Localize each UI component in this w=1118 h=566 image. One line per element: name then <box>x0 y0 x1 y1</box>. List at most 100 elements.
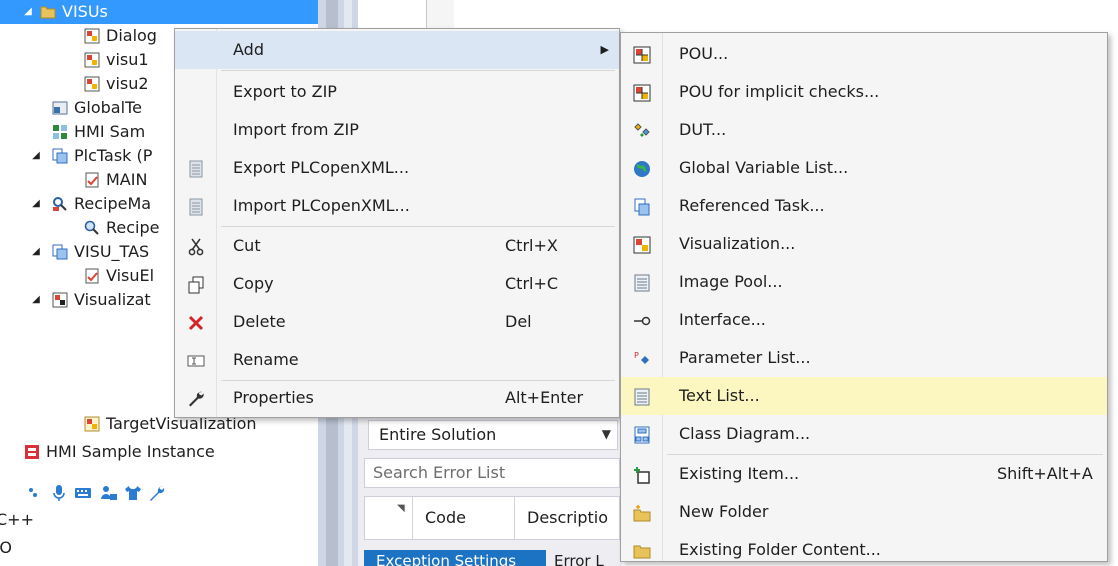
column-header-icon[interactable]: ◥ <box>365 497 413 539</box>
tree-item-label: /O <box>0 538 12 557</box>
import-xml-icon <box>189 198 203 216</box>
column-header-description[interactable]: Descriptio <box>527 497 608 539</box>
submenu-item-shortcut: Shift+Alt+A <box>997 464 1093 483</box>
tree-item-label: GlobalTe <box>74 98 142 117</box>
submenu-item-visualization[interactable]: Visualization... <box>621 225 1107 263</box>
submenu-item-label: Existing Item... <box>679 464 800 483</box>
tree-item-label: MAIN <box>106 170 148 189</box>
tab-error-list[interactable]: Error L <box>554 550 604 566</box>
submenu-item-dut[interactable]: DUT... <box>621 111 1107 149</box>
tree-item-label: HMI Sam <box>74 122 146 141</box>
menu-item-label: Export PLCopenXML... <box>233 158 410 177</box>
folder-icon <box>633 545 651 559</box>
task-icon <box>52 244 68 260</box>
scope-value: Entire Solution <box>379 425 497 444</box>
menu-item-export-plcopenxml[interactable]: Export PLCopenXML... <box>175 149 619 187</box>
submenu-item-label: Image Pool... <box>679 272 783 291</box>
visualization-icon <box>84 52 100 68</box>
submenu-item-referenced-task[interactable]: Referenced Task... <box>621 187 1107 225</box>
visualization-icon <box>84 76 100 92</box>
context-menu: Add ▶ Export to ZIP Import from ZIP Expo… <box>174 28 620 418</box>
menu-item-shortcut: Ctrl+C <box>505 274 559 293</box>
recipe-icon <box>84 220 99 235</box>
tree-item-label: VISU_TAS <box>74 242 150 261</box>
pou-icon <box>633 46 651 64</box>
tree-item-label: Dialog <box>106 26 157 45</box>
shirt-icon[interactable] <box>124 484 142 502</box>
expand-arrow-icon[interactable]: ◢ <box>22 0 34 24</box>
dot-icon[interactable] <box>24 484 42 502</box>
expand-arrow-icon[interactable]: ◢ <box>30 144 42 168</box>
submenu-item-existing-folder-content[interactable]: Existing Folder Content... <box>621 531 1107 566</box>
menu-item-label: Rename <box>233 350 299 369</box>
editor-tab[interactable] <box>426 0 454 28</box>
submenu-item-new-folder[interactable]: New Folder <box>621 493 1107 531</box>
new-folder-icon <box>633 505 651 522</box>
menu-item-label: Add <box>233 40 264 59</box>
global-text-list-icon <box>52 101 68 115</box>
tree-item-visus[interactable]: ◢ VISUs <box>0 0 318 24</box>
submenu-item-image-pool[interactable]: Image Pool... <box>621 263 1107 301</box>
menu-item-label: Import PLCopenXML... <box>233 196 410 215</box>
existing-item-icon <box>634 467 650 484</box>
submenu-item-label: New Folder <box>679 502 769 521</box>
submenu-item-label: Interface... <box>679 310 766 329</box>
bottom-tabs: Exception Settings Error L <box>358 550 622 566</box>
submenu-item-interface[interactable]: Interface... <box>621 301 1107 339</box>
user-settings-icon[interactable] <box>100 484 118 502</box>
menu-item-import-plcopenxml[interactable]: Import PLCopenXML... <box>175 187 619 225</box>
folder-icon <box>40 6 56 19</box>
submenu-item-label: Referenced Task... <box>679 196 825 215</box>
expand-arrow-icon[interactable]: ◢ <box>30 192 42 216</box>
image-pool-icon <box>634 274 650 292</box>
menu-item-properties[interactable]: Properties Alt+Enter <box>175 379 619 417</box>
referenced-task-icon <box>634 198 650 216</box>
error-list-panel: Entire Solution ▼ Search Error List ◥ Co… <box>358 408 622 566</box>
menu-item-add[interactable]: Add ▶ <box>175 31 619 69</box>
pou-checks-icon <box>633 84 651 102</box>
submenu-item-class-diagram[interactable]: Class Diagram... <box>621 415 1107 453</box>
menu-item-copy[interactable]: Copy Ctrl+C <box>175 265 619 303</box>
menu-item-cut[interactable]: Cut Ctrl+X <box>175 227 619 265</box>
menu-item-delete[interactable]: Delete Del <box>175 303 619 341</box>
delete-icon <box>188 315 204 331</box>
submenu-arrow-icon: ▶ <box>600 43 609 56</box>
class-diagram-icon <box>634 426 650 444</box>
error-search-input[interactable]: Search Error List <box>364 458 620 488</box>
recipe-manager-icon <box>53 197 67 211</box>
submenu-item-parameter-list[interactable]: P Parameter List... <box>621 339 1107 377</box>
tree-item-label: PlcTask (P <box>74 146 153 165</box>
filter-icon[interactable]: ◥ <box>397 503 405 514</box>
tree-item-label: HMI Sample Instance <box>46 442 215 461</box>
tree-item-label: C++ <box>0 510 34 529</box>
microphone-icon[interactable] <box>50 484 68 502</box>
column-header-code[interactable]: Code <box>413 497 515 539</box>
submenu-item-existing-item[interactable]: Existing Item... Shift+Alt+A <box>621 455 1107 493</box>
wrench-icon <box>189 391 204 407</box>
task-icon <box>52 148 68 164</box>
menu-item-export-zip[interactable]: Export to ZIP <box>175 73 619 111</box>
submenu-item-text-list[interactable]: Text List... <box>621 377 1107 415</box>
add-submenu: POU... POU for implicit checks... DUT...… <box>620 32 1108 562</box>
menu-item-label: Cut <box>233 236 261 255</box>
wrench-icon[interactable] <box>148 484 166 502</box>
submenu-item-global-variable-list[interactable]: Global Variable List... <box>621 149 1107 187</box>
submenu-item-pou[interactable]: POU... <box>621 35 1107 73</box>
tree-item-label: Visualizat <box>74 290 151 309</box>
menu-item-import-zip[interactable]: Import from ZIP <box>175 111 619 149</box>
submenu-item-label: Class Diagram... <box>679 424 811 443</box>
tree-item-label: VisuEl <box>106 266 155 285</box>
expand-arrow-icon[interactable]: ◢ <box>30 288 42 312</box>
menu-item-rename[interactable]: Rename <box>175 341 619 379</box>
visualization-manager-icon <box>52 292 68 308</box>
scope-dropdown[interactable]: Entire Solution ▼ <box>368 420 618 450</box>
submenu-item-pou-checks[interactable]: POU for implicit checks... <box>621 73 1107 111</box>
submenu-item-label: POU... <box>679 44 729 63</box>
tab-exception-settings[interactable]: Exception Settings <box>364 550 546 566</box>
text-list-icon <box>634 388 650 406</box>
menu-item-label: Properties <box>233 388 314 407</box>
search-placeholder: Search Error List <box>373 463 506 482</box>
expand-arrow-icon[interactable]: ◢ <box>30 240 42 264</box>
keyboard-icon[interactable] <box>74 484 92 502</box>
menu-item-shortcut: Alt+Enter <box>505 388 584 407</box>
